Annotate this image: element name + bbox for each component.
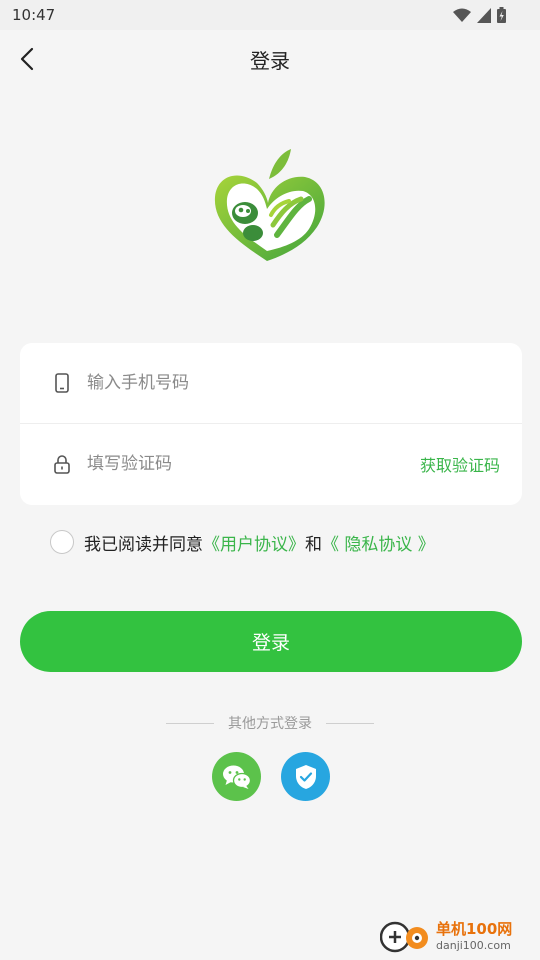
code-row: 获取验证码 [20, 424, 522, 504]
wechat-icon [222, 765, 251, 789]
agreement-conjunction: 和 [305, 534, 322, 555]
get-code-button[interactable]: 获取验证码 [420, 452, 500, 476]
watermark-url: danji100.com [436, 938, 511, 952]
signal-icon [477, 7, 491, 23]
phone-input[interactable] [87, 363, 387, 403]
other-login-divider: 其他方式登录 [0, 712, 540, 734]
site-watermark: 单机100网 danji100.com [380, 916, 532, 956]
privacy-policy-link[interactable]: 《 隐私协议 》 [322, 535, 435, 555]
phone-row [20, 343, 522, 424]
status-icons [453, 6, 506, 24]
secure-login-button[interactable] [281, 752, 330, 801]
battery-icon [497, 7, 506, 23]
watermark-name: 单机100网 [436, 919, 513, 938]
watermark-text: 单机100网 danji100.com [436, 919, 513, 952]
divider-line-right [326, 722, 374, 724]
watermark-logo [380, 921, 428, 953]
lock-icon [54, 455, 70, 474]
other-login-label: 其他方式登录 [228, 716, 312, 732]
login-form: 获取验证码 [20, 343, 522, 505]
status-bar: 10:47 [0, 0, 540, 30]
user-agreement-link[interactable]: 《用户协议》 [203, 535, 305, 555]
verification-code-input[interactable] [87, 444, 387, 484]
app-logo [214, 149, 325, 261]
agreement-row: 我已阅读并同意《用户协议》和《 隐私协议 》 [50, 528, 435, 556]
agreement-text: 我已阅读并同意《用户协议》和《 隐私协议 》 [84, 530, 435, 555]
page-title: 登录 [250, 49, 290, 73]
phone-icon [55, 373, 69, 393]
wechat-login-button[interactable] [212, 752, 261, 801]
shield-check-icon [295, 764, 316, 789]
status-time: 10:47 [12, 6, 56, 24]
login-button[interactable]: 登录 [20, 611, 522, 672]
agreement-checkbox[interactable] [50, 530, 74, 554]
agreement-prefix: 我已阅读并同意 [84, 534, 203, 555]
wifi-icon [453, 8, 471, 22]
nav-bar: 登录 [0, 30, 540, 88]
divider-line-left [166, 722, 214, 724]
